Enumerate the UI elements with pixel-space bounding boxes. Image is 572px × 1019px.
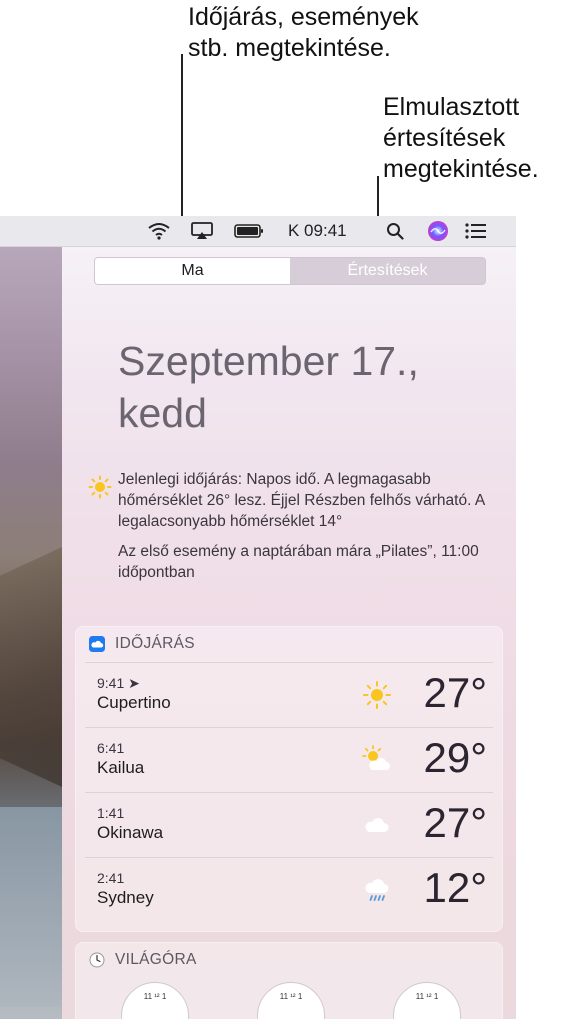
weather-widget-title: IDŐJÁRÁS bbox=[115, 635, 195, 652]
airplay-icon[interactable] bbox=[188, 216, 216, 246]
wifi-icon[interactable] bbox=[145, 216, 173, 246]
clock-app-icon bbox=[89, 952, 105, 968]
weather-temp: 29° bbox=[423, 734, 487, 781]
svg-text:11 ¹² 1: 11 ¹² 1 bbox=[144, 992, 167, 1001]
callout-today-line1: Időjárás, események bbox=[188, 3, 419, 31]
tab-today[interactable]: Ma bbox=[95, 258, 290, 284]
sun-icon bbox=[363, 681, 391, 709]
callout-notif-line3: megtekintése. bbox=[383, 155, 539, 183]
date-line1: Szeptember 17., bbox=[118, 338, 419, 384]
desktop-wallpaper bbox=[0, 247, 62, 1019]
cloud-icon bbox=[365, 818, 389, 832]
weather-temp: 27° bbox=[423, 799, 487, 846]
world-clock-header: VILÁGÓRA bbox=[75, 942, 503, 978]
notification-center-panel: Ma Értesítések Szeptember 17., kedd Jele… bbox=[62, 247, 516, 1019]
weather-app-icon bbox=[89, 636, 105, 652]
world-clock-faces: 11 ¹² 1 11 ¹² 1 11 ¹² 1 bbox=[75, 976, 503, 1019]
callout-today: Időjárás, események stb. megtekintése. bbox=[188, 2, 419, 64]
weather-widget-header: IDŐJÁRÁS bbox=[75, 626, 503, 662]
wallpaper-sea bbox=[0, 807, 62, 1007]
today-date: Szeptember 17., kedd bbox=[118, 335, 419, 439]
weather-city: Okinawa bbox=[97, 823, 164, 842]
callout-notif-line2: értesítések bbox=[383, 124, 506, 152]
clock-face: 11 ¹² 1 bbox=[257, 982, 325, 1019]
weather-temp: 12° bbox=[423, 864, 487, 911]
clock-face: 11 ¹² 1 bbox=[121, 982, 189, 1019]
search-icon[interactable] bbox=[382, 216, 408, 246]
weather-time: 1:41 bbox=[97, 805, 125, 821]
summary-weather: Jelenlegi időjárás: Napos idő. A legmaga… bbox=[118, 471, 485, 530]
weather-time: 6:41 bbox=[97, 740, 125, 756]
today-summary: Jelenlegi időjárás: Napos idő. A legmaga… bbox=[118, 469, 488, 583]
callout-notif-line1: Elmulasztott bbox=[383, 93, 520, 121]
weather-temp: 27° bbox=[423, 669, 487, 716]
notification-center-icon[interactable] bbox=[462, 216, 490, 246]
view-segmented-control: Ma Értesítések bbox=[94, 257, 486, 285]
menubar-clock[interactable]: K 09:41 bbox=[288, 216, 347, 246]
weather-widget[interactable]: IDŐJÁRÁS 9:41 ➤ Cupertino 27° 6:41 Kailu… bbox=[75, 626, 503, 932]
svg-text:11 ¹² 1: 11 ¹² 1 bbox=[280, 992, 303, 1001]
callout-today-line2: stb. megtekintése. bbox=[188, 34, 391, 62]
weather-row[interactable]: 9:41 ➤ Cupertino 27° bbox=[85, 662, 493, 727]
sun-icon bbox=[88, 475, 112, 499]
weather-time: 2:41 bbox=[97, 870, 125, 886]
wallpaper-cliff bbox=[0, 547, 62, 787]
menu-bar: K 09:41 bbox=[0, 216, 516, 247]
rain-icon bbox=[365, 879, 389, 901]
weather-row[interactable]: 6:41 Kailua 29° bbox=[85, 727, 493, 792]
world-clock-title: VILÁGÓRA bbox=[115, 951, 197, 968]
svg-text:11 ¹² 1: 11 ¹² 1 bbox=[416, 992, 439, 1001]
weather-row[interactable]: 1:41 Okinawa 27° bbox=[85, 792, 493, 857]
date-line2: kedd bbox=[118, 390, 207, 436]
desktop: K 09:41 Ma Értesítések Szeptember 17., k… bbox=[0, 216, 516, 1019]
clock-face: 11 ¹² 1 bbox=[393, 982, 461, 1019]
weather-city: Kailua bbox=[97, 758, 145, 777]
partly-cloudy-icon bbox=[362, 745, 390, 770]
weather-city: Cupertino bbox=[97, 693, 171, 712]
weather-city: Sydney bbox=[97, 888, 154, 907]
battery-icon[interactable] bbox=[232, 216, 266, 246]
siri-icon[interactable] bbox=[424, 216, 452, 246]
weather-row[interactable]: 2:41 Sydney 12° bbox=[85, 857, 493, 922]
weather-time: 9:41 ➤ bbox=[97, 675, 140, 691]
world-clock-widget[interactable]: VILÁGÓRA 11 ¹² 1 11 ¹² 1 11 ¹² 1 bbox=[75, 942, 503, 1019]
tab-notifications[interactable]: Értesítések bbox=[290, 258, 485, 284]
summary-event: Az első esemény a naptárában mára „Pilat… bbox=[118, 543, 479, 581]
callout-notifications: Elmulasztott értesítések megtekintése. bbox=[383, 92, 539, 185]
